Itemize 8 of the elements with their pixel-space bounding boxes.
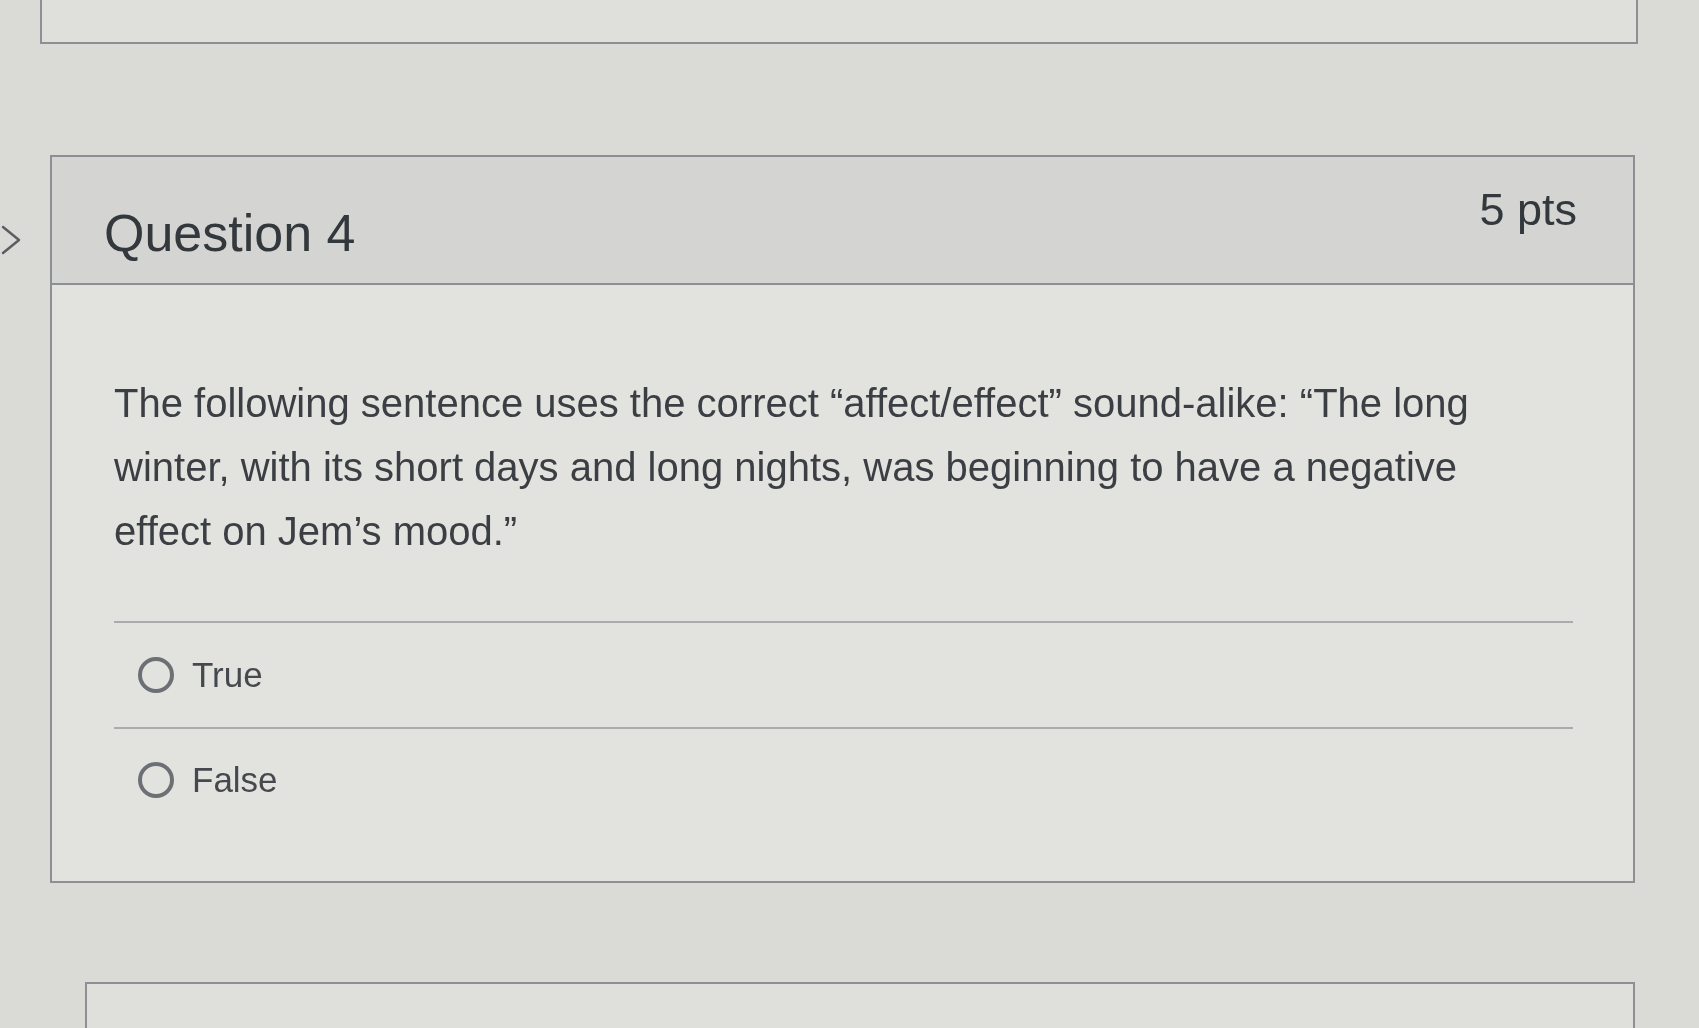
answer-label[interactable]: False: [192, 760, 278, 800]
question-title: Question 4: [104, 203, 356, 263]
question-text: The following sentence uses the correct “affect/effect” sound-alike: “The long winter, with its short days and long nights, was beginning to have a negative effect on Jem’s mood.”: [114, 380, 1470, 555]
radio-button[interactable]: [138, 657, 174, 693]
points-label: 5 pts: [1479, 184, 1577, 236]
chevron-right-icon[interactable]: [0, 225, 22, 255]
answer-label[interactable]: True: [192, 655, 263, 695]
radio-button[interactable]: [138, 762, 174, 798]
